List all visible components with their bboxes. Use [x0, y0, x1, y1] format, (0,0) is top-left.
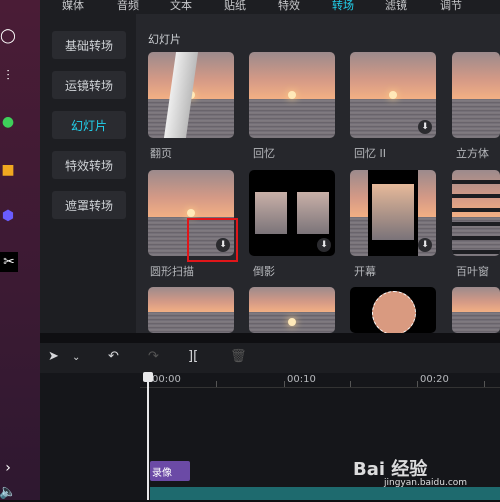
chevron-right-icon[interactable]: ›	[0, 458, 16, 478]
category-camera[interactable]: 运镜转场	[52, 71, 126, 99]
category-basic[interactable]: 基础转场	[52, 31, 126, 59]
thumb-label: 回忆 II	[354, 147, 386, 160]
thumb-label: 倒影	[253, 265, 275, 278]
thumb-reflection[interactable]: ⬇	[249, 170, 335, 256]
thumb-label: 百叶窗	[456, 265, 489, 278]
thumb-row3-2[interactable]	[249, 287, 335, 333]
tab-effects[interactable]: 特效	[278, 0, 300, 12]
thumb-page-flip[interactable]	[148, 52, 234, 138]
undo-icon[interactable]: ↶	[108, 349, 119, 364]
section-title: 幻灯片	[148, 33, 181, 46]
category-special[interactable]: 特效转场	[52, 151, 126, 179]
download-highlight-box	[187, 218, 238, 262]
tab-sticker[interactable]: 贴纸	[224, 0, 246, 12]
text-clip[interactable]: 录像	[150, 461, 190, 481]
tab-transitions[interactable]: 转场	[332, 0, 354, 12]
clip-label: 录像	[152, 467, 172, 479]
tab-adjust[interactable]: 调节	[440, 0, 462, 12]
capcut-icon[interactable]: ✂	[0, 252, 18, 272]
volume-icon[interactable]: 🔈	[0, 482, 17, 502]
thumb-row3-3[interactable]	[350, 287, 436, 333]
tab-media[interactable]: 媒体	[62, 0, 84, 12]
watermark-url: jingyan.baidu.com	[384, 478, 468, 488]
tab-audio[interactable]: 音频	[117, 0, 139, 12]
thumb-curtain-open[interactable]: ⬇	[350, 170, 436, 256]
thumb-cube[interactable]	[452, 52, 500, 138]
thumb-label: 圆形扫描	[150, 265, 194, 278]
ruler-tick	[417, 381, 418, 387]
panel-divider	[40, 333, 500, 343]
ruler-label: 00:00	[152, 374, 181, 385]
tab-text[interactable]: 文本	[170, 0, 192, 12]
ruler-label: 00:10	[287, 374, 316, 385]
thumb-row3-1[interactable]	[148, 287, 234, 333]
download-icon[interactable]: ⬇	[418, 120, 432, 134]
download-icon[interactable]: ⬇	[317, 238, 331, 252]
green-app-icon[interactable]: ●	[0, 112, 16, 132]
ruler-label: 00:20	[420, 374, 449, 385]
ruler-tick	[484, 381, 485, 387]
download-icon[interactable]: ⬇	[418, 238, 432, 252]
ruler-tick	[284, 381, 285, 387]
split-icon[interactable]: ][	[188, 349, 198, 364]
thumb-memory-2[interactable]: ⬇	[350, 52, 436, 138]
category-mask[interactable]: 遮罩转场	[52, 191, 126, 219]
chevron-down-icon[interactable]: ⌄	[72, 352, 80, 363]
circle-icon[interactable]: ◯	[0, 26, 16, 46]
video-clip[interactable]	[150, 487, 500, 500]
thumb-label: 翻页	[150, 147, 172, 160]
thumb-label: 回忆	[253, 147, 275, 160]
playhead[interactable]	[147, 374, 149, 500]
redo-icon[interactable]: ↷	[148, 349, 159, 364]
tab-filters[interactable]: 滤镜	[385, 0, 407, 12]
hexagon-app-icon[interactable]: ⬢	[0, 206, 16, 226]
thumb-label: 开幕	[354, 265, 376, 278]
ruler-tick	[216, 381, 217, 387]
ruler-tick	[350, 381, 351, 387]
playhead-handle[interactable]	[143, 372, 153, 382]
ruler-baseline	[140, 387, 500, 388]
delete-icon[interactable]: 🗑	[230, 349, 247, 364]
thumb-row3-4[interactable]	[452, 287, 500, 333]
folder-icon[interactable]: ■	[0, 160, 16, 180]
thumb-label: 立方体	[456, 147, 489, 160]
select-cursor-icon[interactable]: ➤	[48, 349, 59, 364]
bars-icon[interactable]: ⫶	[0, 66, 16, 86]
category-slideshow[interactable]: 幻灯片	[52, 111, 126, 139]
thumb-memory[interactable]	[249, 52, 335, 138]
thumb-blinds[interactable]	[452, 170, 500, 256]
